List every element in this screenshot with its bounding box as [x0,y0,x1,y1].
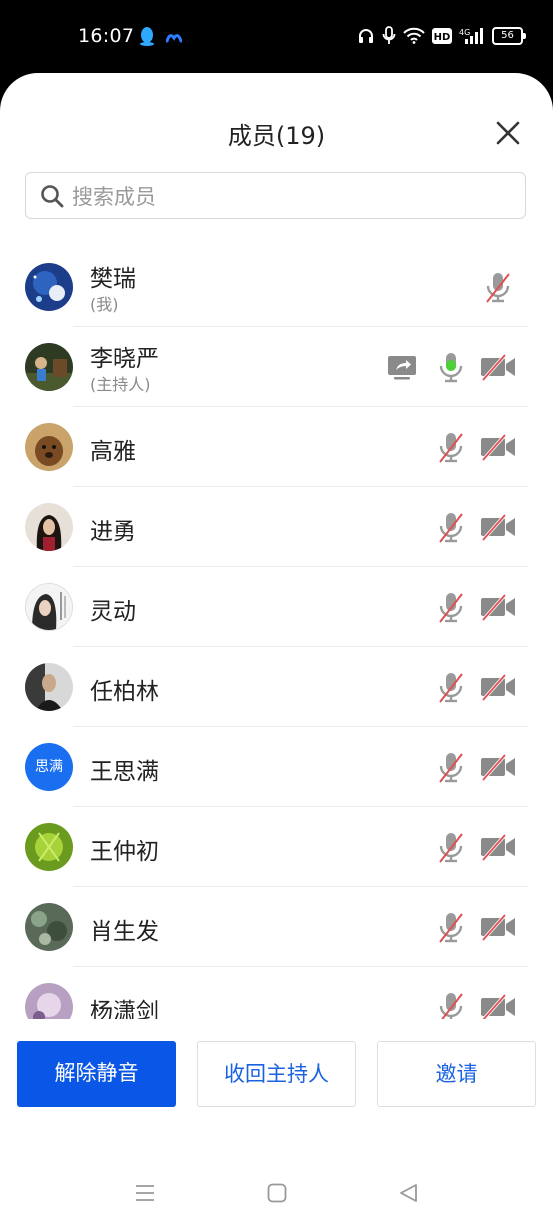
reclaim-host-button[interactable]: 收回主持人 [197,1041,356,1107]
member-name: 杨潇剑 [90,999,159,1019]
home-icon[interactable] [265,1181,289,1205]
mic-muted-icon[interactable] [433,589,469,625]
app-wave-icon [166,34,182,43]
camera-off-icon[interactable] [480,989,516,1019]
qq-penguin-icon [140,27,154,46]
camera-off-icon[interactable] [480,589,516,625]
signal-4g-icon: 4G [459,27,483,44]
member-tag: (我) [90,295,119,314]
back-icon[interactable] [397,1181,421,1205]
search-icon [41,185,64,208]
member-name: 王仲初 [90,839,159,865]
member-row[interactable]: 灵动 [0,567,553,647]
hd-label: HD [434,32,451,43]
system-nav-bar [0,1181,553,1211]
camera-off-icon[interactable] [480,509,516,545]
member-name: 灵动 [90,599,136,625]
battery-indicator: 56 [492,26,526,45]
avatar [25,343,73,391]
camera-off-icon[interactable] [480,669,516,705]
members-sheet: 成员(19) 樊瑞 (我) [0,73,553,1229]
network-label: 4G [459,28,470,37]
member-name: 肖生发 [90,919,159,945]
member-row[interactable]: 进勇 [0,487,553,567]
camera-off-icon[interactable] [480,349,516,385]
microphone-icon [382,26,396,44]
member-row[interactable]: 樊瑞 (我) [0,247,553,327]
headphones-icon [359,28,373,43]
status-time: 16:07 [78,25,135,47]
member-row[interactable]: 王仲初 [0,807,553,887]
close-icon[interactable] [496,121,520,145]
avatar [25,263,73,311]
avatar [25,983,73,1019]
member-row[interactable]: 杨潇剑 [0,967,553,1019]
member-row[interactable]: 思满 王思满 [0,727,553,807]
invite-button[interactable]: 邀请 [377,1041,536,1107]
avatar [25,903,73,951]
mic-muted-icon[interactable] [480,269,516,305]
member-row[interactable]: 肖生发 [0,887,553,967]
avatar: 思满 [25,743,73,791]
member-name: 任柏林 [90,679,159,705]
menu-icon[interactable] [133,1181,157,1205]
mic-muted-icon[interactable] [433,909,469,945]
member-name: 樊瑞 [90,266,136,292]
mic-muted-icon[interactable] [433,429,469,465]
avatar [25,503,73,551]
mic-muted-icon[interactable] [433,509,469,545]
member-row[interactable]: 任柏林 [0,647,553,727]
camera-off-icon[interactable] [480,429,516,465]
avatar [25,823,73,871]
hd-icon: HD [432,27,452,44]
camera-off-icon[interactable] [480,909,516,945]
camera-off-icon[interactable] [480,829,516,865]
mic-muted-icon[interactable] [433,749,469,785]
mic-muted-icon[interactable] [433,829,469,865]
member-list[interactable]: 樊瑞 (我) 李晓严 (主持人) 高雅 进勇 灵动 任柏林 思满 王思满 王仲初… [0,247,553,1019]
member-row[interactable]: 李晓严 (主持人) [0,327,553,407]
mic-muted-icon[interactable] [433,669,469,705]
page-title: 成员(19) [227,122,326,150]
member-name: 高雅 [90,439,136,465]
search-input[interactable] [70,181,514,213]
member-name: 李晓严 [90,346,159,372]
camera-off-icon[interactable] [480,749,516,785]
unmute-button[interactable]: 解除静音 [17,1041,176,1107]
avatar [25,423,73,471]
screen-share-icon[interactable] [384,349,420,385]
avatar [25,583,73,631]
avatar [25,663,73,711]
mic-active-icon[interactable] [433,349,469,385]
mic-muted-icon[interactable] [433,989,469,1019]
status-bar: 16:07 HD 4G 56 [0,0,553,72]
member-name: 王思满 [90,759,159,785]
member-tag: (主持人) [90,375,151,394]
search-box[interactable] [25,172,526,219]
wifi-icon [403,27,425,44]
member-name: 进勇 [90,519,136,545]
member-row[interactable]: 高雅 [0,407,553,487]
